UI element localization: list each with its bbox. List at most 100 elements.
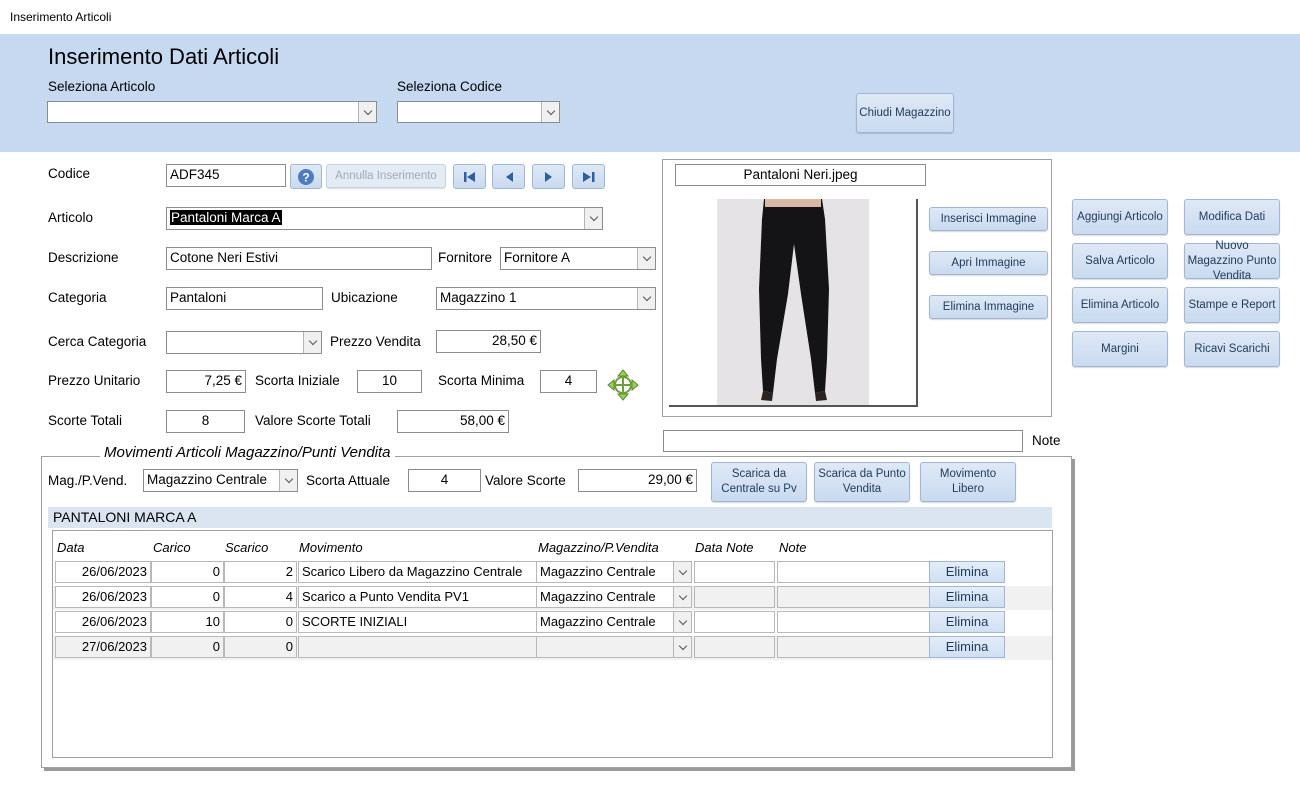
chevron-down-icon[interactable] bbox=[541, 102, 559, 122]
elimina-row-button[interactable]: Elimina bbox=[929, 561, 1005, 583]
table-row[interactable]: 27/06/2023 0 0 Elimina bbox=[53, 636, 1052, 660]
cell-magazzino[interactable] bbox=[536, 636, 692, 658]
note-field[interactable] bbox=[663, 430, 1023, 452]
scorta-minima-field[interactable]: 4 bbox=[540, 370, 597, 393]
chiudi-magazzino-button[interactable]: Chiudi Magazzino bbox=[856, 93, 954, 133]
cell-magazzino[interactable]: Magazzino Centrale bbox=[536, 611, 692, 633]
cell-carico[interactable]: 0 bbox=[151, 586, 224, 608]
chevron-down-icon[interactable] bbox=[637, 248, 655, 269]
article-banner: PANTALONI MARCA A bbox=[48, 507, 1052, 528]
table-row[interactable]: 26/06/2023 0 2 Scarico Libero da Magazzi… bbox=[53, 561, 1052, 585]
aggiungi-articolo-button[interactable]: Aggiungi Articolo bbox=[1072, 199, 1168, 235]
last-record-button[interactable] bbox=[572, 164, 605, 189]
prezzo-vendita-label: Prezzo Vendita bbox=[330, 334, 421, 349]
prev-icon bbox=[504, 171, 514, 183]
table-row[interactable]: 26/06/2023 0 4 Scarico a Punto Vendita P… bbox=[53, 586, 1052, 610]
margini-button[interactable]: Margini bbox=[1072, 331, 1168, 367]
table-row[interactable]: 26/06/2023 10 0 SCORTE INIZIALI Magazzin… bbox=[53, 611, 1052, 635]
cell-note[interactable] bbox=[777, 586, 930, 608]
prev-record-button[interactable] bbox=[492, 164, 525, 189]
chevron-down-icon[interactable] bbox=[673, 587, 691, 607]
scorte-totali-field[interactable]: 8 bbox=[166, 410, 245, 433]
chevron-down-icon[interactable] bbox=[303, 332, 321, 353]
movimento-libero-button[interactable]: Movimento Libero bbox=[920, 462, 1016, 502]
cell-data-note[interactable] bbox=[694, 636, 775, 658]
cell-scarico[interactable]: 2 bbox=[224, 561, 297, 583]
cell-scarico[interactable]: 4 bbox=[224, 586, 297, 608]
scorta-attuale-field[interactable]: 4 bbox=[408, 469, 481, 492]
cerca-categoria-combo[interactable] bbox=[166, 331, 322, 354]
cell-scarico[interactable]: 0 bbox=[224, 636, 297, 658]
chevron-down-icon[interactable] bbox=[584, 208, 602, 229]
codice-field[interactable]: ADF345 bbox=[166, 164, 286, 187]
cell-scarico[interactable]: 0 bbox=[224, 611, 297, 633]
valore-scorte-field[interactable]: 29,00 € bbox=[578, 469, 697, 492]
cell-movimento[interactable]: Scarico Libero da Magazzino Centrale bbox=[298, 561, 537, 583]
ubicazione-combo[interactable]: Magazzino 1 bbox=[436, 287, 656, 310]
stampe-report-button[interactable]: Stampe e Report bbox=[1184, 287, 1280, 323]
cell-magazzino[interactable]: Magazzino Centrale bbox=[536, 586, 692, 608]
cell-data[interactable]: 27/06/2023 bbox=[55, 636, 151, 658]
select-articolo-combo[interactable] bbox=[47, 101, 377, 123]
chevron-down-icon[interactable] bbox=[279, 470, 297, 491]
cell-data[interactable]: 26/06/2023 bbox=[55, 586, 151, 608]
next-record-button[interactable] bbox=[532, 164, 565, 189]
chevron-down-icon[interactable] bbox=[637, 288, 655, 309]
cell-note[interactable] bbox=[777, 561, 930, 583]
col-carico: Carico bbox=[153, 540, 191, 555]
ricavi-scarichi-button[interactable]: Ricavi Scarichi bbox=[1184, 331, 1280, 367]
cell-movimento[interactable]: Scarico a Punto Vendita PV1 bbox=[298, 586, 537, 608]
elimina-row-button[interactable]: Elimina bbox=[929, 636, 1005, 658]
col-data-note: Data Note bbox=[695, 540, 754, 555]
col-scarico: Scarico bbox=[225, 540, 269, 555]
nuovo-magazzino-button[interactable]: Nuovo Magazzino Punto Vendita bbox=[1184, 240, 1280, 282]
svg-text:?: ? bbox=[302, 170, 309, 184]
first-record-button[interactable] bbox=[453, 164, 486, 189]
annulla-inserimento-button[interactable]: Annulla Inserimento bbox=[326, 164, 446, 188]
select-articolo-label: Seleziona Articolo bbox=[48, 79, 156, 94]
modifica-dati-button[interactable]: Modifica Dati bbox=[1184, 199, 1280, 235]
chevron-down-icon[interactable] bbox=[673, 562, 691, 582]
valore-scorte-totali-field[interactable]: 58,00 € bbox=[397, 410, 509, 433]
mag-combo[interactable]: Magazzino Centrale bbox=[143, 469, 298, 492]
cell-note[interactable] bbox=[777, 636, 930, 658]
image-filename-field[interactable]: Pantaloni Neri.jpeg bbox=[675, 164, 926, 186]
cell-data[interactable]: 26/06/2023 bbox=[55, 611, 151, 633]
chevron-down-icon[interactable] bbox=[673, 637, 691, 657]
cell-carico[interactable]: 0 bbox=[151, 636, 224, 658]
cell-data-note[interactable] bbox=[694, 611, 775, 633]
cell-movimento[interactable]: SCORTE INIZIALI bbox=[298, 611, 537, 633]
elimina-row-button[interactable]: Elimina bbox=[929, 586, 1005, 608]
page-title: Inserimento Dati Articoli bbox=[48, 44, 280, 69]
cell-data-note[interactable] bbox=[694, 586, 775, 608]
articolo-combo[interactable]: Pantaloni Marca A bbox=[166, 207, 603, 230]
move-handle-icon[interactable] bbox=[606, 368, 640, 402]
scorta-iniziale-field[interactable]: 10 bbox=[357, 370, 422, 393]
elimina-articolo-button[interactable]: Elimina Articolo bbox=[1072, 287, 1168, 323]
cell-note[interactable] bbox=[777, 611, 930, 633]
select-codice-combo[interactable] bbox=[397, 101, 560, 123]
prezzo-unitario-field[interactable]: 7,25 € bbox=[166, 370, 246, 393]
cell-carico[interactable]: 0 bbox=[151, 561, 224, 583]
elimina-row-button[interactable]: Elimina bbox=[929, 611, 1005, 633]
inserisci-immagine-button[interactable]: Inserisci Immagine bbox=[929, 207, 1048, 231]
descrizione-field[interactable]: Cotone Neri Estivi bbox=[166, 247, 432, 270]
salva-articolo-button[interactable]: Salva Articolo bbox=[1072, 243, 1168, 279]
prezzo-vendita-field[interactable]: 28,50 € bbox=[436, 330, 541, 353]
scarica-pv-button[interactable]: Scarica da Punto Vendita bbox=[814, 462, 910, 502]
chevron-down-icon[interactable] bbox=[358, 102, 376, 122]
scarica-centrale-button[interactable]: Scarica da Centrale su Pv bbox=[711, 462, 807, 502]
help-button[interactable]: ? bbox=[290, 164, 322, 189]
chevron-down-icon[interactable] bbox=[673, 612, 691, 632]
cell-data-note[interactable] bbox=[694, 561, 775, 583]
elimina-immagine-button[interactable]: Elimina Immagine bbox=[929, 295, 1048, 319]
cell-carico[interactable]: 10 bbox=[151, 611, 224, 633]
cell-magazzino[interactable]: Magazzino Centrale bbox=[536, 561, 692, 583]
fornitore-combo[interactable]: Fornitore A bbox=[500, 247, 656, 270]
apri-immagine-button[interactable]: Apri Immagine bbox=[929, 251, 1048, 275]
cell-movimento[interactable] bbox=[298, 636, 537, 658]
categoria-field[interactable]: Pantaloni bbox=[166, 287, 323, 310]
categoria-label: Categoria bbox=[48, 290, 107, 305]
cell-data[interactable]: 26/06/2023 bbox=[55, 561, 151, 583]
last-icon bbox=[582, 171, 596, 183]
